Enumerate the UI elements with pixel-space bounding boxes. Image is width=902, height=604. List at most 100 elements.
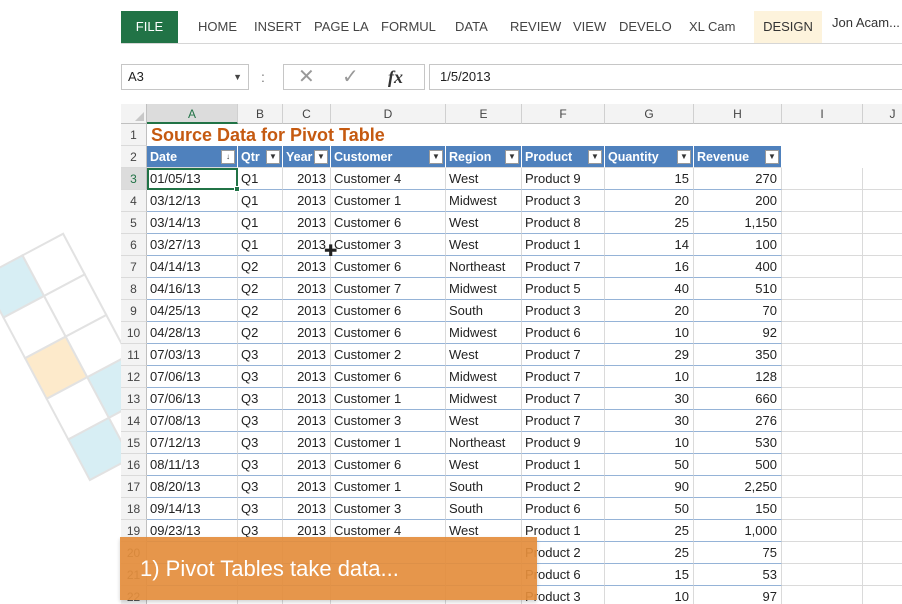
table-cell[interactable]: 04/16/13 [147, 278, 238, 300]
column-header-g[interactable]: G [605, 104, 694, 124]
table-cell[interactable]: 400 [694, 256, 782, 278]
empty-cell[interactable] [782, 542, 863, 564]
empty-cell[interactable] [863, 476, 902, 498]
table-cell[interactable]: West [446, 410, 522, 432]
table-cell[interactable]: 510 [694, 278, 782, 300]
filter-dropdown-icon[interactable]: ▼ [505, 150, 519, 164]
cancel-icon[interactable]: ✕ [298, 65, 315, 89]
table-cell[interactable]: 07/12/13 [147, 432, 238, 454]
table-cell[interactable]: Product 6 [522, 498, 605, 520]
table-cell[interactable]: 40 [605, 278, 694, 300]
row-header-7[interactable]: 7 [121, 256, 147, 278]
empty-cell[interactable] [782, 520, 863, 542]
table-cell[interactable]: 660 [694, 388, 782, 410]
row-header-10[interactable]: 10 [121, 322, 147, 344]
empty-cell[interactable] [782, 366, 863, 388]
table-cell[interactable]: Product 6 [522, 322, 605, 344]
tab-page-layout[interactable]: PAGE LA [314, 11, 369, 43]
empty-cell[interactable] [782, 212, 863, 234]
formula-input[interactable]: 1/5/2013 [429, 64, 902, 90]
table-cell[interactable]: Product 3 [522, 300, 605, 322]
table-cell[interactable]: 16 [605, 256, 694, 278]
table-cell[interactable]: 2013 [283, 432, 331, 454]
empty-cell[interactable] [782, 256, 863, 278]
table-cell[interactable]: 10 [605, 432, 694, 454]
table-cell[interactable]: Customer 4 [331, 168, 446, 190]
table-cell[interactable]: 2013 [283, 322, 331, 344]
table-header-quantity[interactable]: Quantity ▼ [605, 146, 694, 168]
empty-cell[interactable] [863, 388, 902, 410]
account-name[interactable]: Jon Acam... [832, 7, 900, 39]
empty-cell[interactable] [863, 454, 902, 476]
table-cell[interactable]: Product 3 [522, 190, 605, 212]
table-header-qtr[interactable]: Qtr ▼ [238, 146, 283, 168]
table-cell[interactable]: Q1 [238, 168, 283, 190]
table-cell[interactable]: 04/14/13 [147, 256, 238, 278]
table-cell[interactable]: Midwest [446, 190, 522, 212]
table-cell[interactable]: 50 [605, 498, 694, 520]
table-cell[interactable]: South [446, 498, 522, 520]
table-cell[interactable]: 2013 [283, 212, 331, 234]
filter-dropdown-icon[interactable]: ▼ [314, 150, 328, 164]
table-cell[interactable]: 200 [694, 190, 782, 212]
row-header-8[interactable]: 8 [121, 278, 147, 300]
empty-cell[interactable] [782, 476, 863, 498]
table-cell[interactable]: 14 [605, 234, 694, 256]
table-cell[interactable]: Q3 [238, 344, 283, 366]
table-cell[interactable]: 2013 [283, 454, 331, 476]
table-cell[interactable]: Q2 [238, 300, 283, 322]
table-cell[interactable]: 128 [694, 366, 782, 388]
empty-cell[interactable] [782, 234, 863, 256]
column-header-b[interactable]: B [238, 104, 283, 124]
empty-cell[interactable] [863, 234, 902, 256]
table-cell[interactable]: 2013 [283, 476, 331, 498]
table-cell[interactable]: Q3 [238, 388, 283, 410]
table-cell[interactable]: 20 [605, 300, 694, 322]
empty-cell[interactable] [863, 190, 902, 212]
table-cell[interactable]: 08/20/13 [147, 476, 238, 498]
empty-cell[interactable] [863, 344, 902, 366]
row-header-16[interactable]: 16 [121, 454, 147, 476]
tab-developer[interactable]: DEVELO [619, 11, 672, 43]
table-cell[interactable]: West [446, 212, 522, 234]
enter-icon[interactable]: ✓ [342, 65, 359, 89]
column-header-j[interactable]: J [863, 104, 902, 124]
table-cell[interactable]: Q2 [238, 278, 283, 300]
table-cell[interactable]: 2013 [283, 366, 331, 388]
select-all-corner[interactable] [121, 104, 147, 124]
row-header-9[interactable]: 9 [121, 300, 147, 322]
table-header-region[interactable]: Region ▼ [446, 146, 522, 168]
empty-cell[interactable] [863, 542, 902, 564]
table-cell[interactable]: 276 [694, 410, 782, 432]
row-header-14[interactable]: 14 [121, 410, 147, 432]
filter-dropdown-icon[interactable]: ▼ [765, 150, 779, 164]
table-cell[interactable]: Product 7 [522, 388, 605, 410]
table-cell[interactable]: Product 7 [522, 410, 605, 432]
row-header-6[interactable]: 6 [121, 234, 147, 256]
column-header-i[interactable]: I [782, 104, 863, 124]
empty-cell[interactable] [863, 168, 902, 190]
row-header-1[interactable]: 1 [121, 124, 147, 146]
empty-cell[interactable] [863, 586, 902, 604]
row-header-11[interactable]: 11 [121, 344, 147, 366]
table-cell[interactable]: 03/12/13 [147, 190, 238, 212]
table-cell[interactable]: 03/27/13 [147, 234, 238, 256]
table-cell[interactable]: 1,000 [694, 520, 782, 542]
table-cell[interactable]: Midwest [446, 278, 522, 300]
empty-cell[interactable] [782, 322, 863, 344]
table-header-date[interactable]: Date ↓ [147, 146, 238, 168]
table-cell[interactable]: 15 [605, 168, 694, 190]
tab-review[interactable]: REVIEW [510, 11, 561, 43]
table-cell[interactable]: Q3 [238, 454, 283, 476]
empty-cell[interactable] [782, 300, 863, 322]
table-cell[interactable]: Product 7 [522, 344, 605, 366]
table-cell[interactable]: Customer 6 [331, 366, 446, 388]
table-cell[interactable]: 2013 [283, 300, 331, 322]
table-cell[interactable]: 20 [605, 190, 694, 212]
empty-cell[interactable] [782, 454, 863, 476]
empty-cell[interactable] [782, 564, 863, 586]
table-cell[interactable]: 07/03/13 [147, 344, 238, 366]
row-header-2[interactable]: 2 [121, 146, 147, 168]
table-header-product[interactable]: Product ▼ [522, 146, 605, 168]
table-cell[interactable]: South [446, 300, 522, 322]
